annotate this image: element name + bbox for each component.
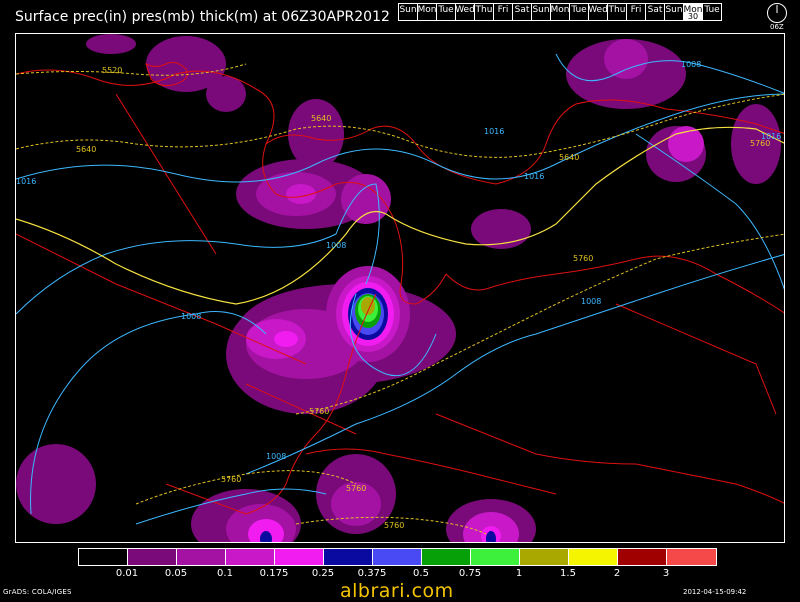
legend-label: 0.5	[413, 568, 429, 579]
thickness-label: 5760	[750, 139, 770, 148]
legend-swatch	[471, 549, 520, 565]
day-cell: Thu	[607, 3, 627, 21]
legend-label: 1.5	[560, 568, 576, 579]
day-cell: Mon 30	[683, 3, 703, 21]
legend-label: 0.75	[458, 568, 482, 579]
weather-map: 1016 1016 1016 1016 1008 1008 1008 1008 …	[15, 33, 785, 543]
legend-label: 2	[613, 568, 621, 579]
day-cell: Thu	[474, 3, 494, 21]
day-label: Wed	[588, 5, 608, 15]
legend-swatch	[177, 549, 226, 565]
day-cell: Sun	[531, 3, 551, 21]
day-label: Fri	[497, 5, 509, 15]
day-cell: Mon	[550, 3, 570, 21]
thickness-label: 5640	[559, 153, 579, 162]
day-label: Sat	[647, 5, 663, 15]
day-cell: Wed	[588, 3, 608, 21]
thickness-label: 5760	[384, 521, 404, 530]
thickness-label: 5760	[309, 407, 329, 416]
isobar-label: 1008	[181, 312, 201, 321]
day-cell: Fri	[626, 3, 646, 21]
day-cell: Sat	[645, 3, 665, 21]
day-label: Sun	[665, 5, 683, 15]
legend-swatch	[275, 549, 324, 565]
day-cell: Tue	[569, 3, 589, 21]
legend-swatch	[128, 549, 177, 565]
day-label: Wed	[455, 5, 475, 15]
legend-labels: 0.01 0.05 0.1 0.175 0.25 0.375 0.5 0.75 1 1.5 2 3	[0, 568, 800, 580]
legend-label: 0.05	[164, 568, 188, 579]
day-cell: Sat	[512, 3, 532, 21]
isobar-label: 1016	[524, 172, 544, 181]
thickness-label: 5760	[573, 254, 593, 263]
day-cell: Sun	[398, 3, 418, 21]
day-cell: Wed	[455, 3, 475, 21]
isobar-label: 1016	[16, 177, 36, 186]
legend-swatch	[324, 549, 373, 565]
thickness-label: 5640	[311, 114, 331, 123]
isobar-label: 1016	[484, 127, 504, 136]
day-cell: Mon	[417, 3, 437, 21]
legend-label: 0.175	[259, 568, 289, 579]
precip-field	[16, 34, 781, 542]
timestamp: 2012-04-15-09:42	[683, 588, 747, 596]
legend-swatch	[569, 549, 618, 565]
legend-swatch	[79, 549, 128, 565]
legend-swatch	[226, 549, 275, 565]
day-cell: Tue	[702, 3, 722, 21]
day-cell: Sun	[664, 3, 684, 21]
legend-swatch	[618, 549, 667, 565]
isobar-label: 1008	[326, 241, 346, 250]
legend-swatch	[520, 549, 569, 565]
isobar-label: 1008	[681, 60, 701, 69]
map-title: Surface prec(in) pres(mb) thick(m) at 06…	[15, 9, 390, 25]
day-label: Tue	[438, 5, 454, 15]
legend-swatch	[422, 549, 471, 565]
legend-swatch	[667, 549, 716, 565]
map-svg: 1016 1016 1016 1016 1008 1008 1008 1008 …	[16, 34, 784, 542]
thickness-label: 5520	[102, 66, 122, 75]
clock-label: 06Z	[770, 23, 784, 31]
watermark: albrari.com	[340, 580, 454, 602]
thickness-label: 5640	[76, 145, 96, 154]
day-number: 30	[687, 12, 699, 21]
day-label: Tue	[704, 5, 720, 15]
day-label: Mon	[550, 5, 570, 15]
legend-label: 0.375	[357, 568, 387, 579]
precip-color-legend	[78, 548, 717, 566]
day-cell: Tue	[436, 3, 456, 21]
thickness-label: 5760	[221, 475, 241, 484]
day-label: Sun	[532, 5, 550, 15]
legend-swatch	[373, 549, 422, 565]
legend-label: 0.25	[311, 568, 335, 579]
day-label: Thu	[475, 5, 493, 15]
day-label: Mon	[417, 5, 437, 15]
day-label: Tue	[571, 5, 587, 15]
clock-icon	[767, 3, 787, 23]
day-label: Sun	[399, 5, 417, 15]
day-label: Thu	[608, 5, 626, 15]
legend-label: 0.01	[115, 568, 139, 579]
source-credit: GrADS: COLA/IGES	[3, 588, 72, 596]
legend-label: 1	[515, 568, 523, 579]
day-cell: Fri	[493, 3, 513, 21]
isobar-label: 1008	[266, 452, 286, 461]
day-strip: Sun Mon Tue Wed Thu Fri Sat Sun Mon Tue Wed Thu Fri S…	[398, 3, 722, 23]
day-label: Sat	[514, 5, 530, 15]
day-label: Fri	[630, 5, 642, 15]
isobar-label: 1008	[581, 297, 601, 306]
legend-label: 0.1	[217, 568, 233, 579]
thickness-label: 5760	[346, 484, 366, 493]
legend-label: 3	[662, 568, 670, 579]
